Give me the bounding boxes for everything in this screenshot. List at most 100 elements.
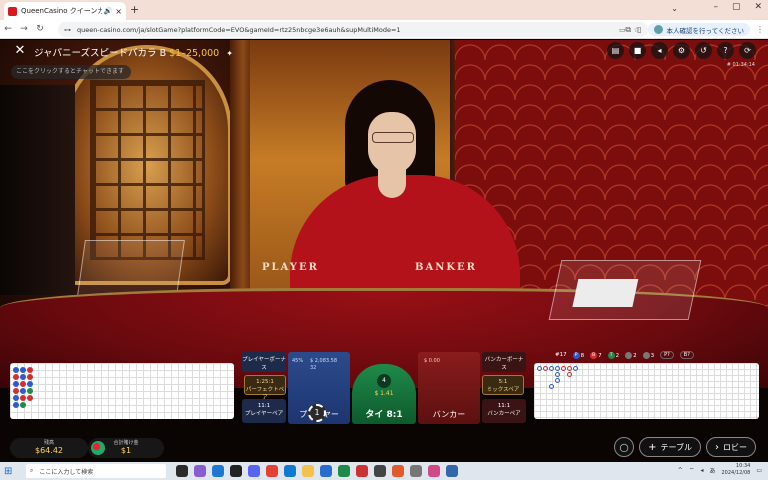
road-mark-banker: [561, 366, 566, 371]
road-mark-player: [555, 378, 560, 383]
discord-icon[interactable]: [248, 465, 260, 477]
taskbar-search[interactable]: ⌕ ここに入力して検索: [26, 464, 166, 478]
new-tab-button[interactable]: +: [130, 3, 139, 16]
player-ask-button[interactable]: P?: [660, 351, 674, 359]
settings-gear-icon[interactable]: ⚙: [673, 42, 690, 59]
game-toolbar: ▤ ■ ◂ ⚙ ↺ ? ⟳: [607, 42, 756, 59]
chat-icon[interactable]: ▤: [607, 42, 624, 59]
reload-icon[interactable]: ↻: [32, 24, 48, 34]
balance-value: $64.42: [35, 446, 63, 455]
sidebar-icon[interactable]: ▯: [637, 25, 641, 34]
player-pair-spot[interactable]: 11:1 プレイヤーペア: [242, 399, 286, 423]
banker-bet-spot[interactable]: $ 0.00 バンカー: [418, 352, 480, 424]
video-icon[interactable]: ■: [629, 42, 646, 59]
app-icon[interactable]: [428, 465, 440, 477]
windows-start-icon[interactable]: ⊞: [4, 466, 20, 477]
bet-limits[interactable]: $1–25,000: [169, 48, 219, 59]
maximize-button[interactable]: ▢: [732, 2, 741, 12]
app-icon[interactable]: [320, 465, 332, 477]
lobby-arrow-icon: ›: [715, 441, 719, 453]
bead-road-scoreboard[interactable]: [10, 363, 234, 419]
network-icon[interactable]: ⌔: [689, 466, 695, 474]
menu-icon[interactable]: ⋮: [756, 25, 764, 34]
perfect-pair-spot[interactable]: 1:25:1 パーフェクトペア: [244, 375, 286, 401]
notification-icon[interactable]: ▭: [756, 467, 762, 474]
player-pair-count: 2: [633, 352, 637, 359]
tab-search-icon[interactable]: ⌄: [671, 4, 678, 13]
clock-date: 2024/12/08: [721, 470, 751, 476]
sound-icon[interactable]: ◂: [651, 42, 668, 59]
url-text: queen-casino.com/ja/slotGame?platformCod…: [77, 25, 401, 34]
bead-player: [13, 395, 19, 401]
history-icon[interactable]: ↺: [695, 42, 712, 59]
avatar: [653, 25, 663, 34]
app-icon[interactable]: [446, 465, 458, 477]
banker-wins: 7: [598, 352, 602, 359]
banker-bonus-spot[interactable]: バンカーボーナス: [482, 352, 526, 372]
lobby-button[interactable]: › ロビー: [706, 437, 756, 457]
ime-indicator[interactable]: あ: [709, 466, 715, 475]
banker-ask-button[interactable]: B?: [679, 351, 694, 359]
minimize-button[interactable]: –: [713, 2, 718, 12]
tab-close-button[interactable]: ×: [115, 7, 122, 16]
edge-icon[interactable]: [284, 465, 296, 477]
chat-input[interactable]: ここをクリックするとチャットできます: [11, 65, 131, 79]
player-pair-label: プレイヤーペア: [244, 411, 284, 417]
banker-pair-spot[interactable]: 11:1 バンカーペア: [482, 399, 526, 423]
tie-chip-count: 4: [377, 374, 391, 388]
help-icon[interactable]: ?: [717, 42, 734, 59]
forward-icon[interactable]: →: [16, 24, 32, 34]
clock[interactable]: 10:34 2024/12/08: [722, 463, 751, 477]
app-icon[interactable]: [230, 465, 242, 477]
player-wins: 8: [580, 352, 585, 359]
placed-chip[interactable]: 1: [308, 404, 326, 422]
banker-pair-count: 3: [650, 352, 655, 359]
road-mark-player: [537, 366, 542, 371]
task-view-icon[interactable]: [176, 465, 188, 477]
chrome-icon[interactable]: [266, 465, 278, 477]
site-info-icon[interactable]: ⊶: [64, 26, 71, 34]
either-pair-label: ミックスペア: [486, 387, 520, 393]
banker-pair-label: バンカーペア: [487, 411, 521, 417]
tray-chevron-icon[interactable]: ^: [678, 467, 683, 474]
tie-wins: 2: [615, 352, 620, 359]
app-icon[interactable]: [374, 465, 386, 477]
bottom-controls: ◯ + テーブル › ロビー: [614, 437, 756, 457]
dealer-face: [368, 112, 416, 174]
fullscreen-icon[interactable]: ⟳: [739, 42, 756, 59]
either-pair-spot[interactable]: 5:1 ミックスペア: [482, 375, 524, 395]
background-person: [0, 85, 75, 295]
folder-icon[interactable]: [302, 465, 314, 477]
tie-bet-spot[interactable]: 4 $ 1.41 タイ 8:1: [352, 364, 416, 424]
table-banker-label: BANKER: [415, 262, 477, 273]
speaker-icon[interactable]: 🔊: [104, 7, 113, 15]
volume-icon[interactable]: ◂: [700, 467, 703, 474]
pin-icon[interactable]: ✦: [226, 49, 233, 58]
url-field[interactable]: ⊶ queen-casino.com/ja/slotGame?platformC…: [58, 22, 648, 37]
windows-taskbar: ⊞ ⌕ ここに入力して検索 ^ ⌔ ◂ あ 10:34 2024/12/08 ▭: [0, 462, 768, 480]
bead-banker: [20, 395, 26, 401]
profile-button[interactable]: 本人確認を行ってください: [647, 23, 750, 36]
app-icon[interactable]: [356, 465, 368, 477]
close-window-button[interactable]: ✕: [754, 2, 762, 12]
bead-banker: [27, 367, 33, 373]
table-player-label: PLAYER: [262, 262, 319, 273]
big-road-scoreboard[interactable]: [534, 363, 759, 419]
app-icon[interactable]: [194, 465, 206, 477]
table-button[interactable]: + テーブル: [639, 437, 701, 457]
browser-tab-bar: QueenCasino クイーンカジノ | 🔊 × + ⌄ – ▢ ✕: [0, 0, 768, 20]
app-icon[interactable]: [410, 465, 422, 477]
browser-tab[interactable]: QueenCasino クイーンカジノ | 🔊 ×: [4, 2, 126, 20]
player-total-amount: $ 2,083.58: [310, 358, 338, 364]
bead-tie: [20, 402, 26, 408]
road-mark-player: [573, 366, 578, 371]
player-bonus-spot[interactable]: プレイヤーボーナス: [242, 352, 286, 372]
app-icon[interactable]: [212, 465, 224, 477]
app-icon[interactable]: [338, 465, 350, 477]
back-icon[interactable]: ←: [0, 24, 16, 34]
chat-bubble-button[interactable]: ◯: [614, 437, 635, 457]
bead-player: [27, 381, 33, 387]
close-game-button[interactable]: ✕: [12, 43, 28, 59]
app-icon[interactable]: [392, 465, 404, 477]
extensions-icon[interactable]: ⧉: [625, 25, 631, 35]
